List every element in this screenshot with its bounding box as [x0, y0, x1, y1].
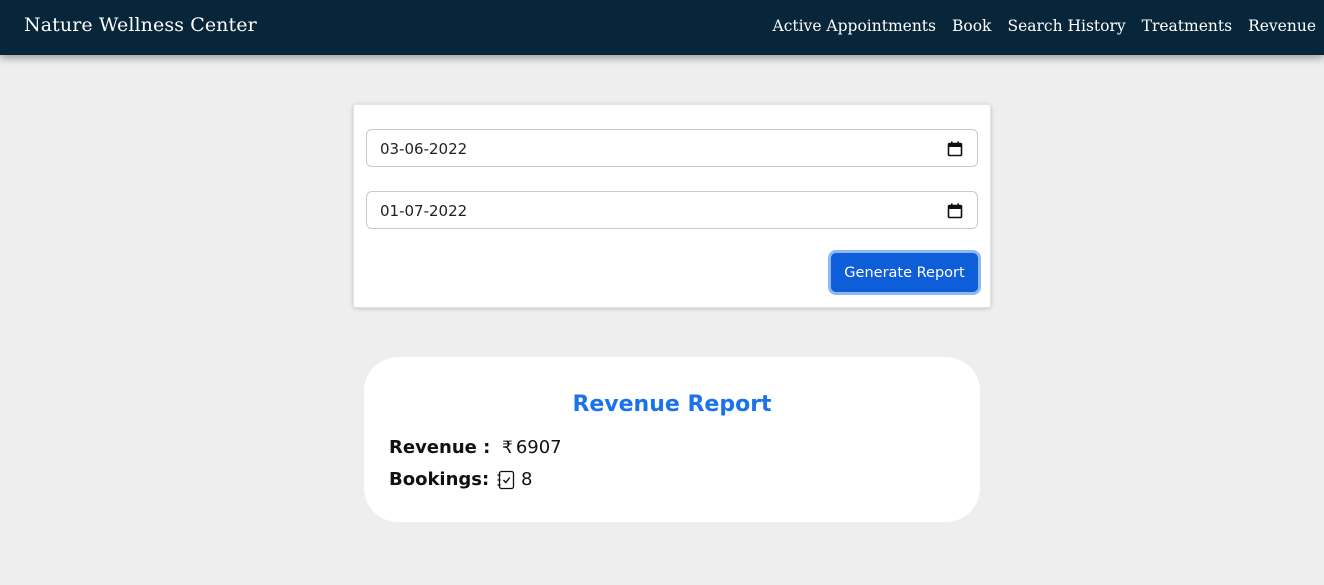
calendar-icon[interactable]	[947, 203, 963, 219]
revenue-label: Revenue :	[389, 437, 491, 458]
start-date-input[interactable]: 03-06-2022	[366, 129, 978, 167]
nav-link-book[interactable]: Book	[952, 17, 991, 35]
calendar-icon[interactable]	[947, 141, 963, 157]
booking-checklist-icon	[497, 470, 515, 489]
navbar: Nature Wellness Center Active Appointmen…	[0, 0, 1324, 55]
nav-link-treatments[interactable]: Treatments	[1142, 17, 1232, 35]
bookings-label: Bookings:	[389, 469, 490, 490]
end-date-value: 01-07-2022	[380, 202, 468, 220]
date-range-form: 03-06-2022 01-07-2022 Generate Report	[353, 104, 991, 308]
revenue-value: 6907	[515, 437, 562, 458]
rupee-icon: ₹	[502, 437, 513, 458]
end-date-input[interactable]: 01-07-2022	[366, 191, 978, 229]
nav-link-active-appointments[interactable]: Active Appointments	[773, 17, 937, 35]
nav-link-revenue[interactable]: Revenue	[1248, 17, 1316, 35]
revenue-report-card: Revenue Report Revenue : ₹ 6907 Bookings…	[364, 357, 980, 522]
bookings-value: 8	[521, 469, 533, 490]
start-date-value: 03-06-2022	[380, 140, 468, 158]
brand-title[interactable]: Nature Wellness Center	[24, 14, 257, 36]
revenue-row: Revenue : ₹ 6907	[389, 437, 562, 458]
nav-links: Active Appointments Book Search History …	[773, 17, 1317, 35]
bookings-row: Bookings: 8	[389, 469, 532, 490]
generate-report-button[interactable]: Generate Report	[831, 253, 978, 292]
report-title: Revenue Report	[572, 392, 772, 417]
nav-link-search-history[interactable]: Search History	[1007, 17, 1125, 35]
